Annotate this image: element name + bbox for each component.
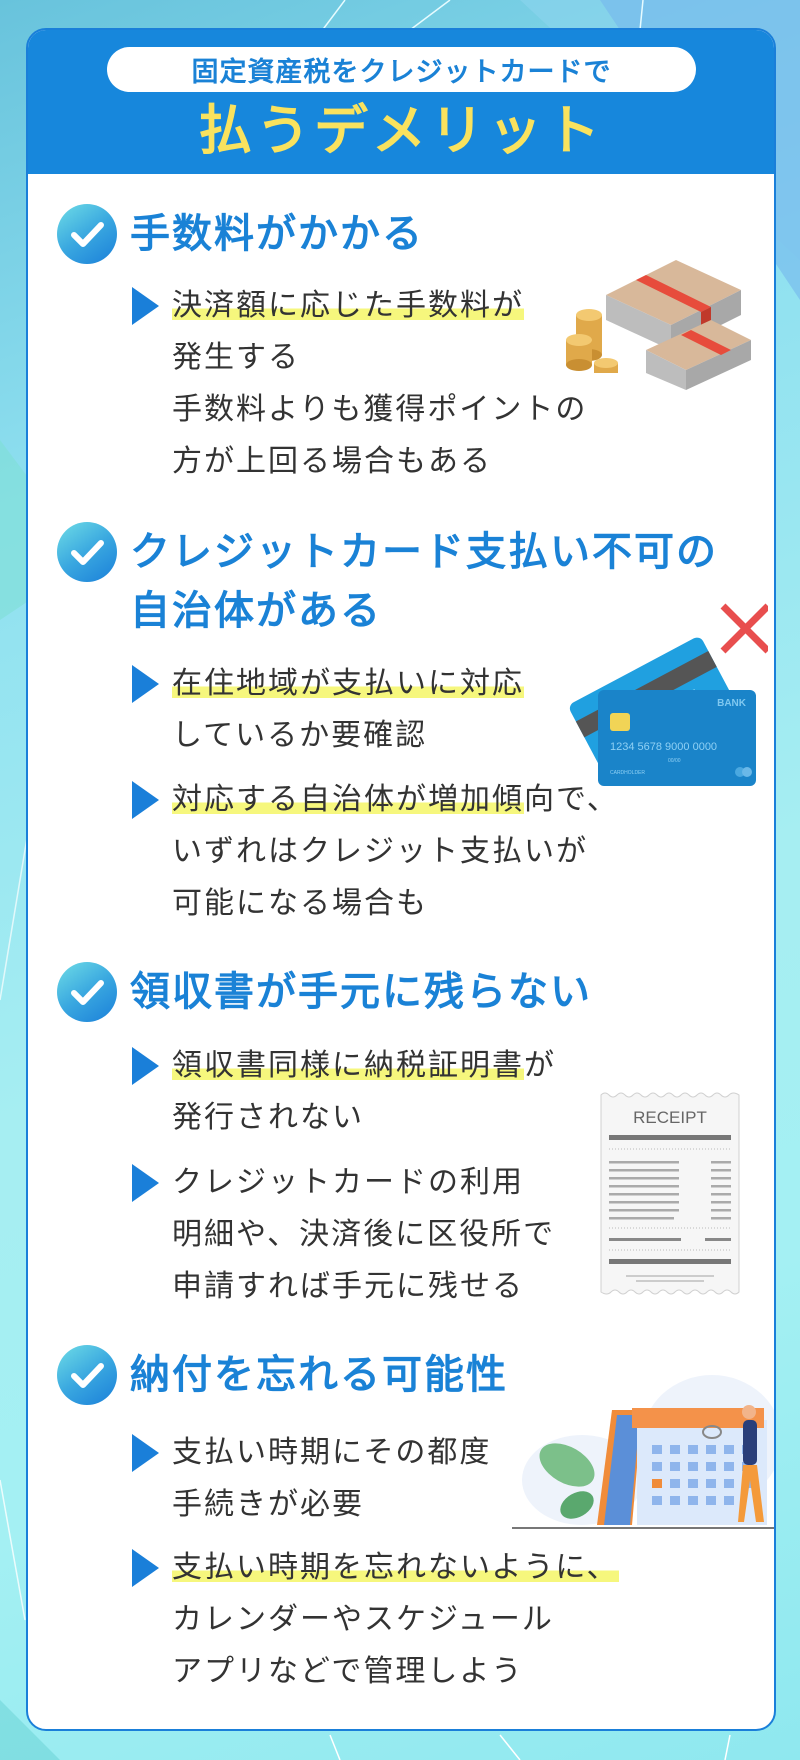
bullet-triangle-icon xyxy=(132,287,159,325)
bullet-line: 発行されない xyxy=(172,1100,364,1135)
bullet-line: 申請すれば手元に残せる xyxy=(172,1269,524,1304)
section-heading: 領収書が手元に残らない xyxy=(130,969,592,1015)
header-banner: 固定資産税をクレジットカードで 払うデメリット xyxy=(28,30,774,174)
bullet-triangle-icon xyxy=(132,665,159,703)
section-heading: クレジットカード支払い不可の xyxy=(130,529,718,575)
bullet-line: 明細や、決済後に区役所で xyxy=(172,1217,556,1252)
bullet-triangle-icon xyxy=(132,781,159,819)
section-heading: 手数料がかかる xyxy=(130,211,424,257)
cross-icon xyxy=(720,603,768,654)
bullet-line: しているか要確認 xyxy=(172,718,428,753)
highlighted-text: 対応する自治体が増加傾 xyxy=(172,782,524,817)
svg-text:RECEIPT: RECEIPT xyxy=(633,1108,707,1127)
bullet-triangle-icon xyxy=(132,1164,159,1202)
bullet-line: 領収書同様に納税証明書が xyxy=(172,1040,556,1092)
calendar-with-person-illustration xyxy=(512,1375,774,1529)
check-circle-icon xyxy=(57,1345,117,1405)
receipt-illustration: RECEIPT xyxy=(600,1092,740,1295)
bullet-triangle-icon xyxy=(132,1047,159,1085)
header-title: 払うデメリット xyxy=(198,99,604,162)
svg-text:BANK: BANK xyxy=(717,698,747,709)
check-circle-icon xyxy=(57,962,117,1022)
bullet-line: 手続きが必要 xyxy=(172,1487,364,1522)
infographic-card: 固定資産税をクレジットカードで 払うデメリット 手数料がかかる 決済額に応じた手… xyxy=(26,28,776,1731)
bullet-triangle-icon xyxy=(132,1549,159,1587)
svg-text:00/00: 00/00 xyxy=(668,758,681,764)
highlighted-text: 決済額に応じた手数料が xyxy=(172,288,524,323)
bullet-line: 対応する自治体が増加傾向で、 xyxy=(172,774,619,826)
bullet-line: 方が上回る場合もある xyxy=(172,444,492,479)
highlighted-text: 領収書同様に納税証明書 xyxy=(172,1048,524,1083)
check-circle-icon xyxy=(57,522,117,582)
bullet-line: 支払い時期を忘れないように、 xyxy=(172,1542,619,1594)
bullet-line: 発生する xyxy=(172,340,300,375)
header-subtitle: 固定資産税をクレジットカードで xyxy=(107,47,696,92)
bullet-text: が xyxy=(524,1048,556,1083)
bullet-line: アプリなどで管理しよう xyxy=(172,1654,524,1689)
bullet-line: いずれはクレジット支払いが xyxy=(172,834,588,869)
bullet-line: 可能になる場合も xyxy=(172,886,428,921)
credit-cards-with-cross-illustration: BANK 1234 5678 9000 0000 00/00 CARDHOLDE… xyxy=(569,603,768,786)
bullet-line: 決済額に応じた手数料が xyxy=(172,280,524,332)
highlighted-text: 在住地域が支払いに対応 xyxy=(172,666,524,701)
svg-text:1234 5678 9000 0000: 1234 5678 9000 0000 xyxy=(610,741,717,753)
section-heading: 自治体がある xyxy=(130,588,382,634)
check-circle-icon xyxy=(57,204,117,264)
bullet-triangle-icon xyxy=(132,1434,159,1472)
bullet-line: カレンダーやスケジュール xyxy=(172,1602,554,1637)
bullet-line: 支払い時期にその都度 xyxy=(172,1435,492,1470)
bullet-line: クレジットカードの利用 xyxy=(172,1165,524,1200)
highlighted-text: 支払い時期を忘れないように、 xyxy=(172,1550,619,1585)
bullet-line: 在住地域が支払いに対応 xyxy=(172,658,524,710)
bullet-line: 手数料よりも獲得ポイントの xyxy=(172,392,588,427)
svg-text:CARDHOLDER: CARDHOLDER xyxy=(610,770,645,776)
section-heading: 納付を忘れる可能性 xyxy=(130,1352,508,1398)
money-stacks-and-coins-illustration xyxy=(566,260,751,390)
